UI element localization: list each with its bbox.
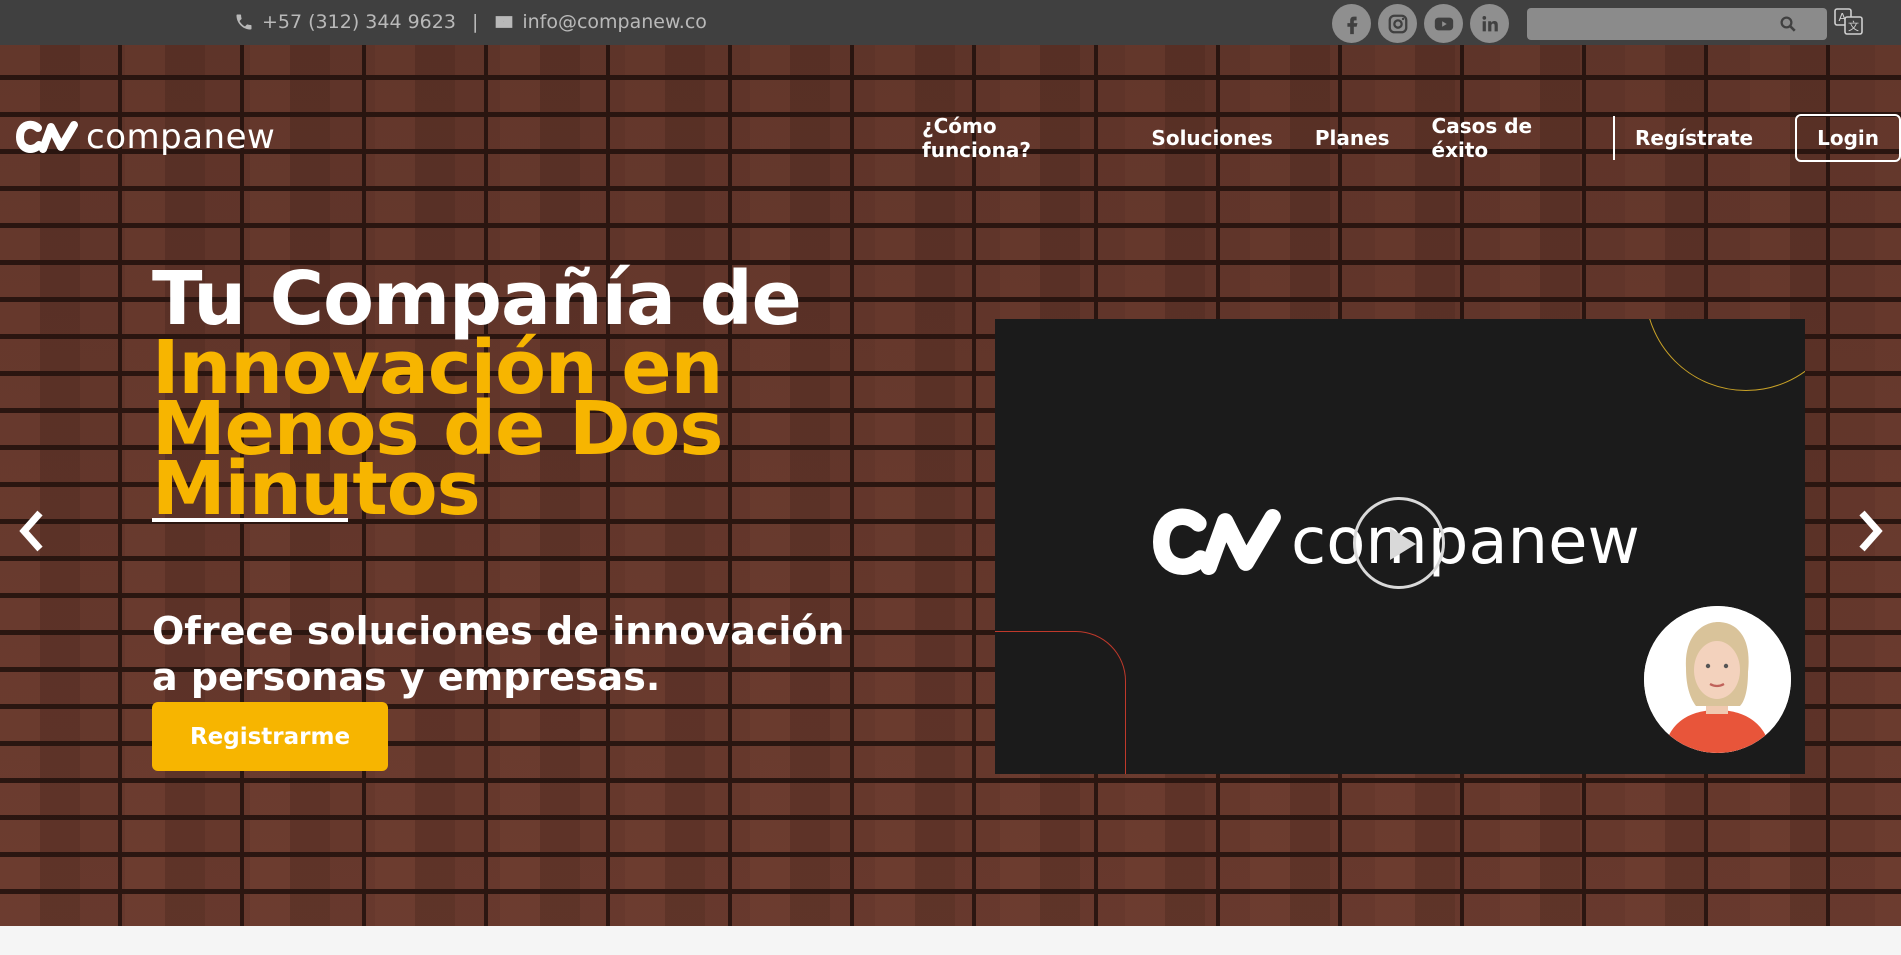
contact-separator: | (471, 11, 479, 33)
hero-headline: Tu Compañía de Innovación en Menos de Do… (152, 262, 872, 533)
next-slide-arrow[interactable] (1850, 503, 1890, 559)
facebook-icon[interactable] (1332, 4, 1371, 43)
nav-planes[interactable]: Planes (1315, 126, 1390, 150)
top-bar: +57 (312) 344 9623 | info@companew.co A … (0, 0, 1901, 45)
phone-icon (236, 14, 252, 30)
brand-name: companew (86, 117, 276, 157)
play-button[interactable] (1353, 497, 1445, 589)
search-input[interactable] (1527, 8, 1787, 38)
linkedin-icon[interactable] (1470, 4, 1509, 43)
instagram-icon[interactable] (1378, 4, 1417, 43)
play-icon (1390, 528, 1416, 560)
companew-logo-icon (16, 120, 78, 153)
main-nav: ¿Cómo funciona? Soluciones Planes Casos … (922, 114, 1901, 162)
phone-link[interactable]: +57 (312) 344 9623 (262, 11, 456, 33)
login-button[interactable]: Login (1795, 114, 1901, 162)
nav-divider (1613, 116, 1615, 160)
social-links (1332, 4, 1509, 43)
email-link[interactable]: info@companew.co (522, 11, 707, 33)
chevron-left-icon (19, 510, 43, 552)
nav-como-funciona[interactable]: ¿Cómo funciona? (922, 114, 1109, 162)
headline-underline (152, 518, 348, 523)
prev-slide-arrow[interactable] (12, 503, 52, 559)
translate-icon[interactable]: A 文 (1834, 8, 1864, 36)
chevron-right-icon (1859, 510, 1883, 552)
decorative-arc-yellow (1645, 319, 1805, 391)
headline-yellow-3-wrap: Minutos (152, 446, 481, 533)
youtube-icon[interactable] (1424, 4, 1463, 43)
contact-info: +57 (312) 344 9623 | info@companew.co (234, 11, 707, 33)
nav-soluciones[interactable]: Soluciones (1151, 126, 1272, 150)
search-icon[interactable] (1779, 15, 1797, 33)
svg-text:文: 文 (1848, 19, 1859, 33)
search-box (1527, 8, 1827, 40)
companew-logo-icon (1153, 508, 1281, 575)
presenter-portrait-icon (1644, 606, 1791, 753)
register-cta-button[interactable]: Registrarme (152, 702, 388, 771)
presenter-avatar (1644, 606, 1791, 753)
headline-yellow-3: Minutos (152, 446, 481, 533)
register-link[interactable]: Regístrate (1635, 126, 1753, 150)
envelope-icon (496, 16, 513, 28)
decorative-arc-red (995, 631, 1126, 774)
video-brand-name: companew (1291, 505, 1640, 579)
nav-casos-de-exito[interactable]: Casos de éxito (1432, 114, 1593, 162)
headline-highlight: Innovación en Menos de Dos Minutos (152, 331, 872, 533)
brand-logo[interactable]: companew (16, 117, 275, 157)
hero-subtitle: Ofrece soluciones de innovación a person… (152, 609, 845, 699)
